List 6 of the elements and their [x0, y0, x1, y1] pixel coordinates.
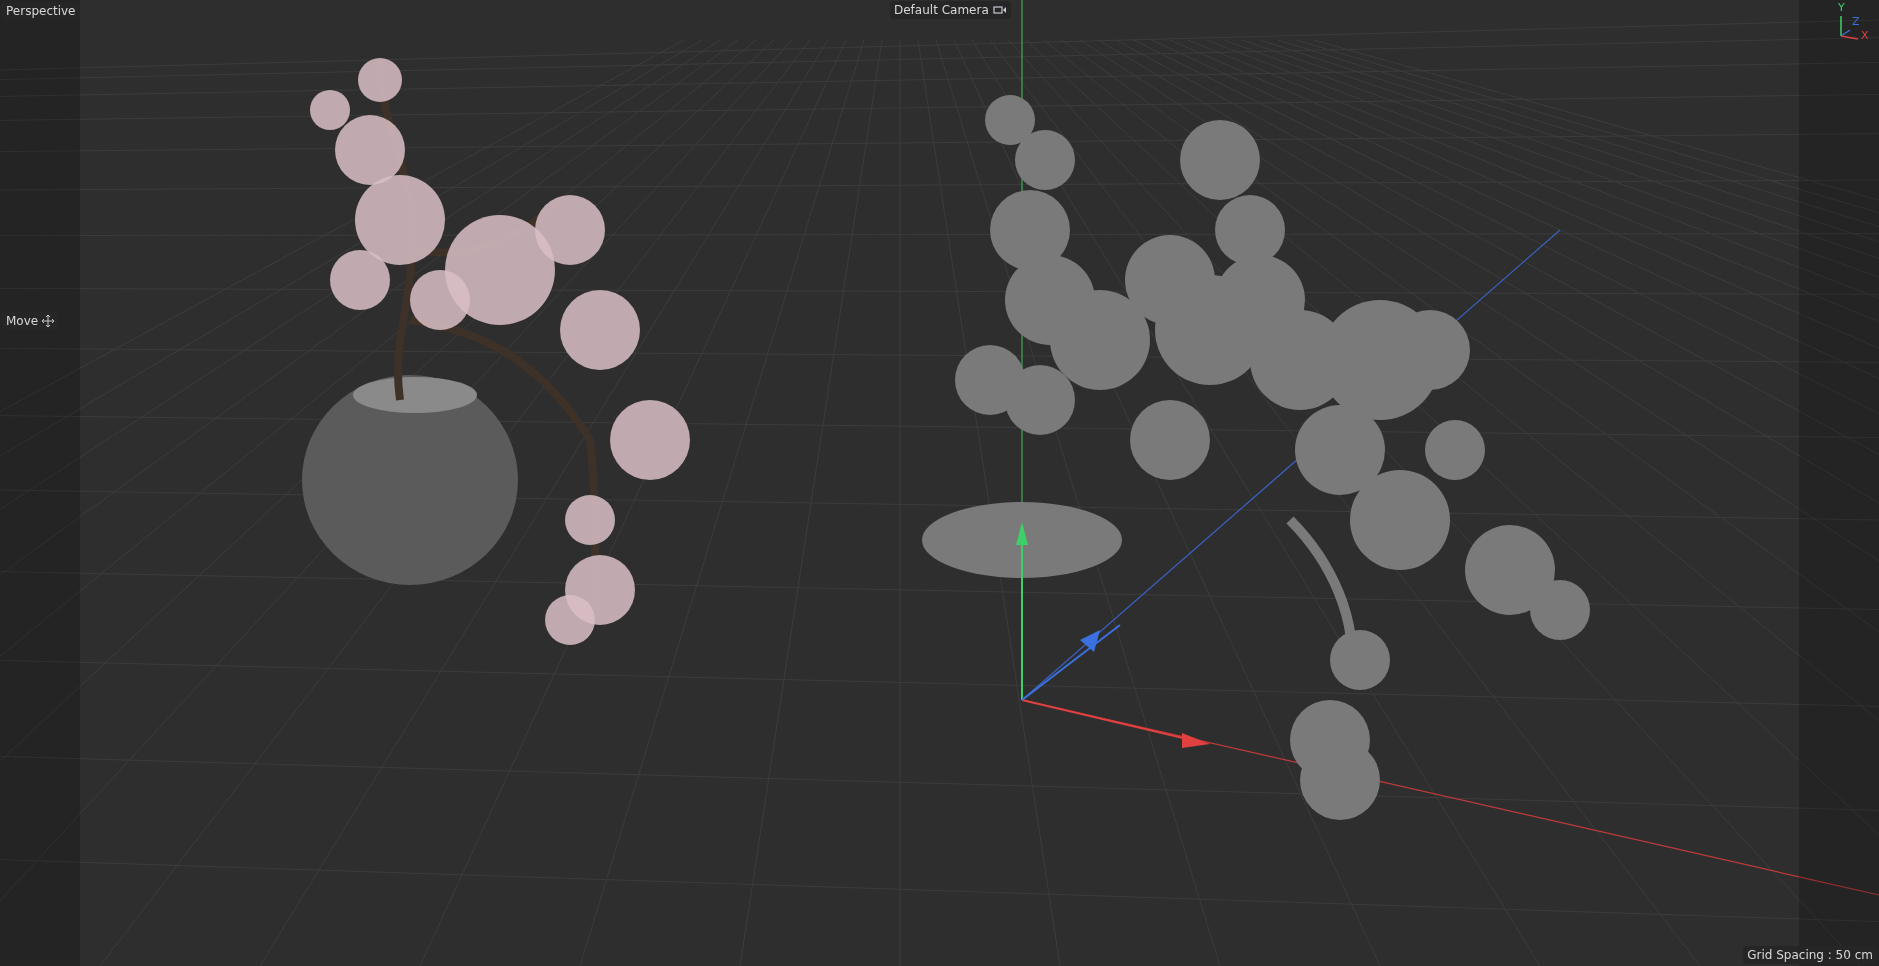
move-icon [42, 315, 55, 327]
axis-label: Y [1838, 2, 1845, 13]
axis-label: X [1861, 30, 1869, 41]
tool-label: Move [6, 313, 39, 330]
axis-label: Z [1852, 16, 1860, 27]
camera-icon[interactable] [992, 5, 1007, 15]
